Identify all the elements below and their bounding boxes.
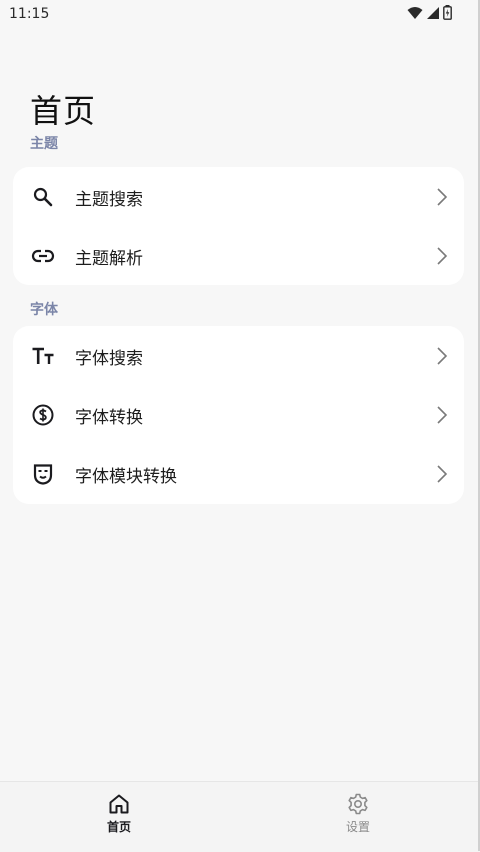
wifi-icon (407, 6, 423, 19)
font-card: 字体搜索 字体转换 字体模块转换 (13, 326, 464, 504)
font-convert-item[interactable]: 字体转换 (13, 385, 464, 444)
nav-settings[interactable]: 设置 (328, 792, 388, 835)
home-icon (109, 794, 129, 814)
status-bar: 11:15 (0, 0, 480, 28)
page-title: 首页 (30, 92, 97, 130)
nav-settings-label: 设置 (345, 820, 370, 834)
font-module-convert-item[interactable]: 字体模块转换 (13, 444, 464, 503)
gear-icon (348, 793, 368, 815)
status-icons (407, 5, 452, 20)
theme-parse-item[interactable]: 主题解析 (13, 226, 464, 285)
chevron-right-icon (437, 247, 448, 265)
search-icon (33, 187, 53, 207)
theme-search-label: 主题搜索 (75, 190, 143, 210)
chevron-right-icon (437, 406, 448, 424)
nav-home-label: 首页 (106, 820, 131, 834)
bottom-nav: 首页 设置 (0, 781, 480, 852)
font-module-convert-label: 字体模块转换 (75, 467, 177, 487)
section-label-theme: 主题 (30, 136, 58, 152)
font-convert-label: 字体转换 (75, 408, 143, 428)
theme-card: 主题搜索 主题解析 (13, 167, 464, 285)
mask-icon (33, 464, 53, 485)
theme-search-item[interactable]: 主题搜索 (13, 167, 464, 226)
chevron-right-icon (437, 188, 448, 206)
chevron-right-icon (437, 465, 448, 483)
font-size-icon (32, 347, 54, 364)
chevron-right-icon (437, 347, 448, 365)
currency-exchange-icon (32, 404, 54, 426)
status-time: 11:15 (9, 6, 50, 22)
link-icon (31, 249, 55, 263)
theme-parse-label: 主题解析 (75, 249, 143, 269)
nav-home[interactable]: 首页 (89, 792, 149, 835)
font-search-item[interactable]: 字体搜索 (13, 326, 464, 385)
signal-icon (427, 6, 439, 19)
battery-icon (443, 5, 452, 20)
section-label-font: 字体 (30, 302, 58, 318)
font-search-label: 字体搜索 (75, 349, 143, 369)
